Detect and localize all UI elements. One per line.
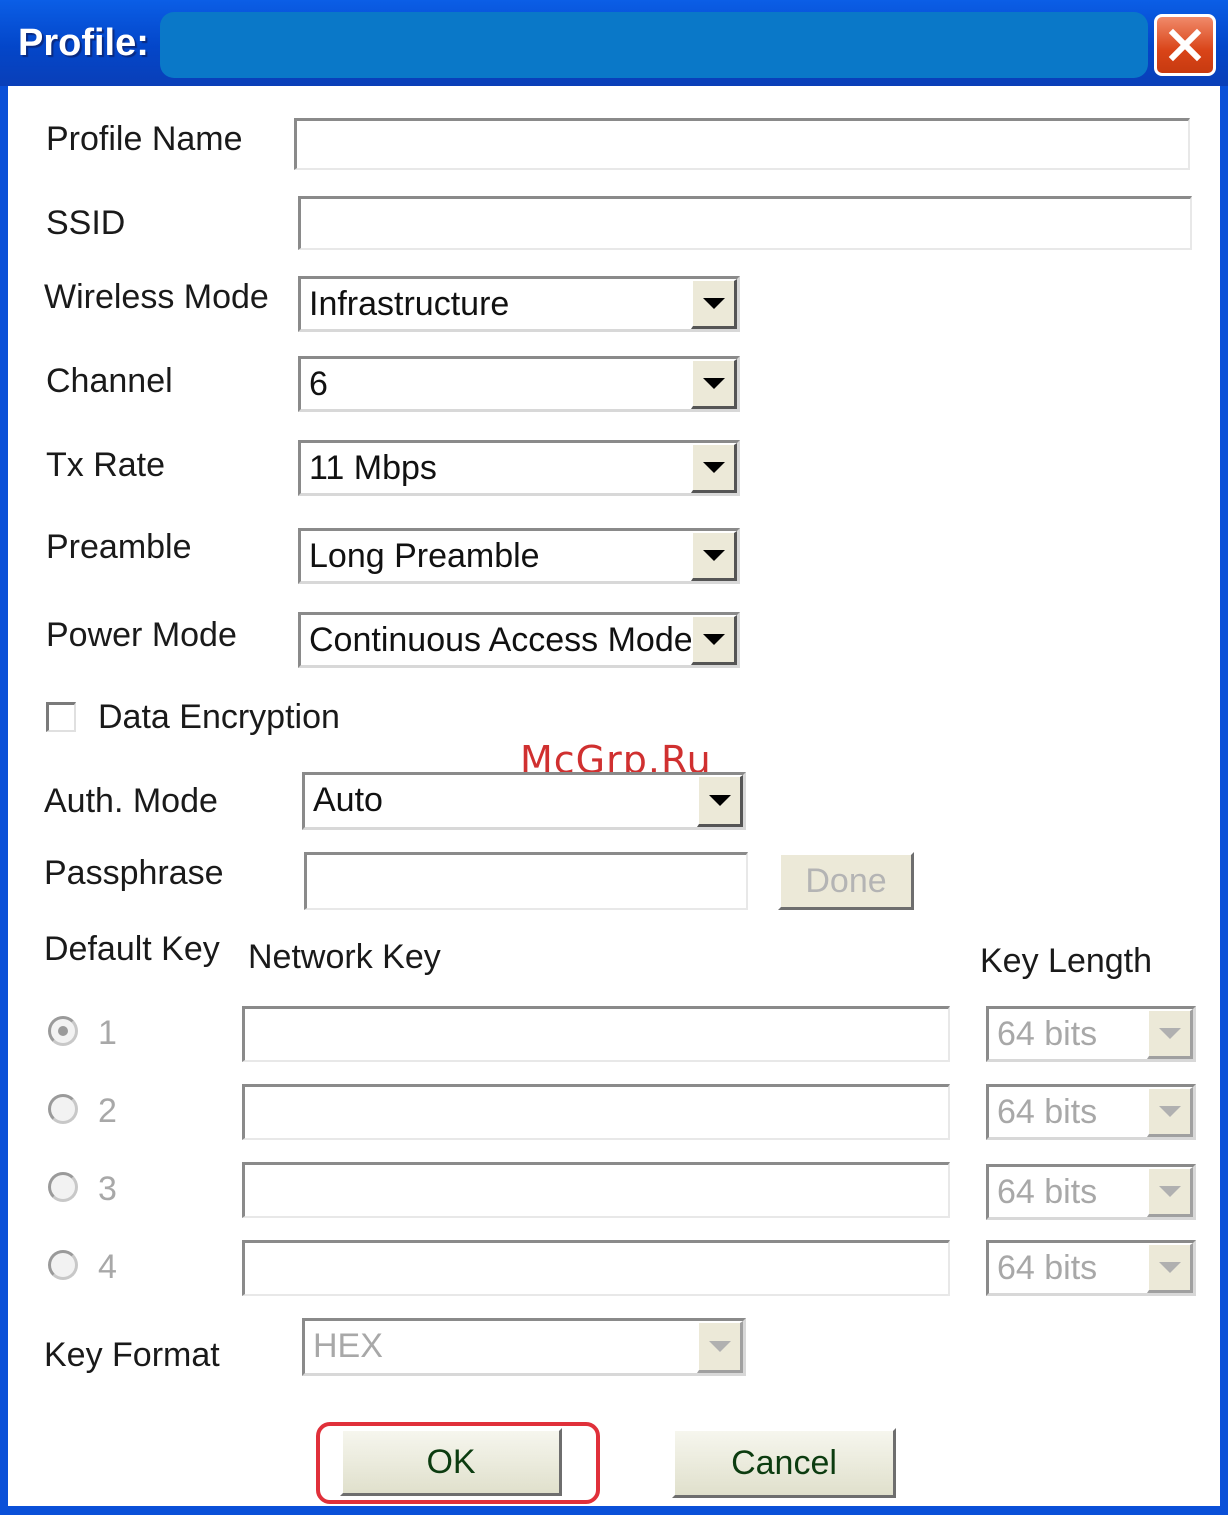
chevron-down-icon — [702, 462, 725, 473]
key-length-dropdown-button-1[interactable] — [1147, 1009, 1193, 1059]
key-length-dropdown-button-2[interactable] — [1147, 1087, 1193, 1137]
key-index-4: 4 — [98, 1248, 117, 1286]
channel-select[interactable]: 6 — [298, 356, 740, 412]
passphrase-label: Passphrase — [44, 854, 224, 892]
default-key-radio-1[interactable] — [48, 1016, 78, 1046]
auth-mode-value: Auto — [313, 781, 383, 819]
chevron-down-icon — [702, 378, 725, 389]
wireless-mode-select[interactable]: Infrastructure — [298, 276, 740, 332]
key-length-label: Key Length — [980, 942, 1153, 980]
network-key-input-4[interactable] — [242, 1240, 950, 1296]
key-index-1: 1 — [98, 1014, 117, 1052]
channel-dropdown-button[interactable] — [691, 359, 737, 409]
key-format-select[interactable]: HEX — [302, 1318, 746, 1376]
key-length-dropdown-button-3[interactable] — [1147, 1167, 1193, 1217]
window-title: Profile: — [18, 22, 149, 64]
cancel-button[interactable]: Cancel — [672, 1428, 896, 1498]
network-key-input-3[interactable] — [242, 1162, 950, 1218]
key-index-3: 3 — [98, 1170, 117, 1208]
key-index-2: 2 — [98, 1092, 117, 1130]
power-mode-dropdown-button[interactable] — [691, 615, 737, 665]
power-mode-label: Power Mode — [46, 616, 237, 654]
network-key-input-1[interactable] — [242, 1006, 950, 1062]
chevron-down-icon — [1158, 1186, 1181, 1197]
tx-rate-select[interactable]: 11 Mbps — [298, 440, 740, 496]
tx-rate-dropdown-button[interactable] — [691, 443, 737, 493]
close-button[interactable] — [1154, 14, 1216, 76]
passphrase-input[interactable] — [304, 852, 748, 910]
network-key-label: Network Key — [248, 938, 441, 976]
chevron-down-icon — [708, 795, 731, 806]
wireless-mode-value: Infrastructure — [309, 285, 510, 323]
data-encryption-label: Data Encryption — [98, 698, 340, 736]
power-mode-value: Continuous Access Mode — [309, 621, 693, 659]
key-length-value-2: 64 bits — [997, 1093, 1098, 1131]
key-length-select-2[interactable]: 64 bits — [986, 1084, 1196, 1140]
chevron-down-icon — [708, 1341, 731, 1352]
profile-name-label: Profile Name — [46, 120, 243, 158]
key-format-dropdown-button[interactable] — [697, 1321, 743, 1373]
default-key-radio-4[interactable] — [48, 1250, 78, 1280]
key-length-value-1: 64 bits — [997, 1015, 1098, 1053]
tx-rate-label: Tx Rate — [46, 446, 166, 484]
close-icon — [1168, 28, 1202, 62]
wireless-mode-label: Wireless Mode — [44, 278, 269, 316]
chevron-down-icon — [1158, 1106, 1181, 1117]
preamble-select[interactable]: Long Preamble — [298, 528, 740, 584]
network-key-input-2[interactable] — [242, 1084, 950, 1140]
preamble-dropdown-button[interactable] — [691, 531, 737, 581]
data-encryption-checkbox[interactable] — [46, 702, 76, 732]
auth-mode-dropdown-button[interactable] — [697, 775, 743, 827]
power-mode-select[interactable]: Continuous Access Mode — [298, 612, 740, 668]
key-format-value: HEX — [313, 1327, 383, 1365]
chevron-down-icon — [702, 634, 725, 645]
key-length-select-3[interactable]: 64 bits — [986, 1164, 1196, 1220]
key-length-select-4[interactable]: 64 bits — [986, 1240, 1196, 1296]
title-bar[interactable]: Profile: — [0, 0, 1228, 86]
auth-mode-select[interactable]: Auto — [302, 772, 746, 830]
channel-value: 6 — [309, 365, 328, 403]
auth-mode-label: Auth. Mode — [44, 782, 218, 820]
ok-button-highlight — [316, 1422, 600, 1504]
chevron-down-icon — [702, 550, 725, 561]
key-length-select-1[interactable]: 64 bits — [986, 1006, 1196, 1062]
profile-dialog: Profile: Profile Name SSID Wireless Mode… — [0, 0, 1228, 1515]
chevron-down-icon — [1158, 1262, 1181, 1273]
wireless-mode-dropdown-button[interactable] — [691, 279, 737, 329]
profile-name-input[interactable] — [294, 118, 1190, 170]
radio-selected-dot — [58, 1026, 68, 1036]
ssid-label: SSID — [46, 204, 126, 242]
ssid-input[interactable] — [298, 196, 1192, 250]
default-key-radio-2[interactable] — [48, 1094, 78, 1124]
chevron-down-icon — [702, 298, 725, 309]
tx-rate-value: 11 Mbps — [309, 449, 437, 487]
preamble-value: Long Preamble — [309, 537, 540, 575]
done-button[interactable]: Done — [778, 852, 914, 910]
chevron-down-icon — [1158, 1028, 1181, 1039]
key-length-value-4: 64 bits — [997, 1249, 1098, 1287]
key-format-label: Key Format — [44, 1336, 220, 1374]
preamble-label: Preamble — [46, 528, 192, 566]
default-key-radio-3[interactable] — [48, 1172, 78, 1202]
key-length-value-3: 64 bits — [997, 1173, 1098, 1211]
title-bar-highlight — [160, 12, 1148, 78]
channel-label: Channel — [46, 362, 173, 400]
key-length-dropdown-button-4[interactable] — [1147, 1243, 1193, 1293]
default-key-label: Default Key — [44, 930, 220, 968]
